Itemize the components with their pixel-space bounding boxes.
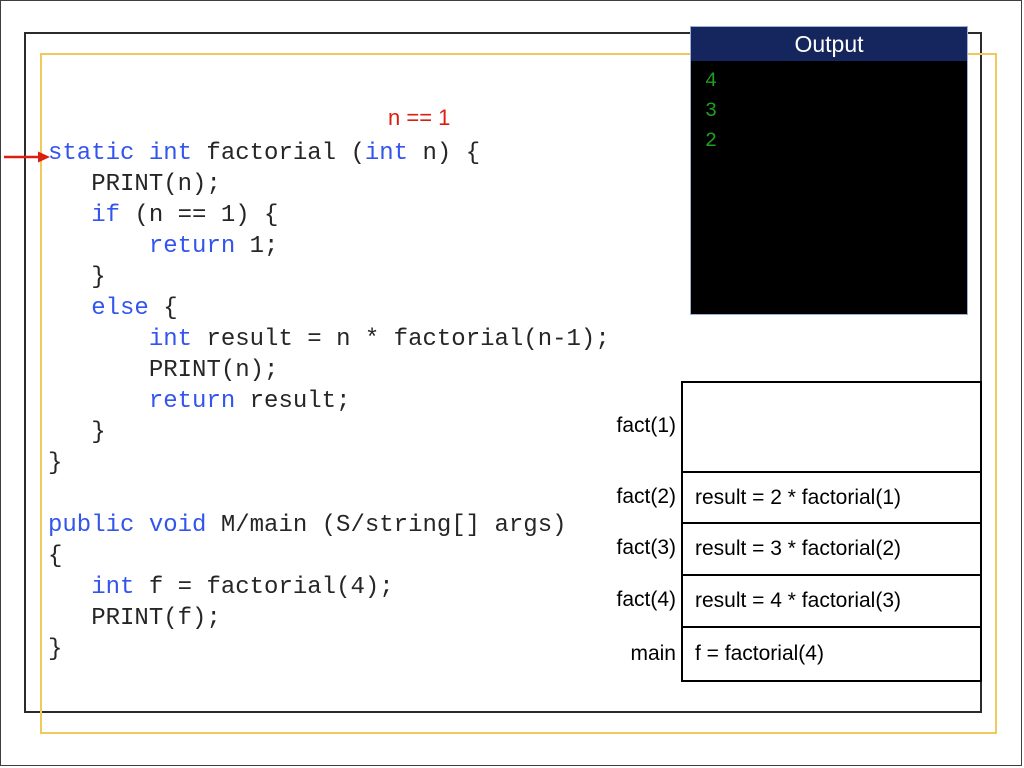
call-stack-frame-label: fact(4): [616, 588, 676, 611]
call-stack-table: fact(1) fact(2) result = 2 * factorial(1) f…: [600, 381, 982, 682]
output-line: 2: [705, 130, 718, 153]
code-line: }: [48, 636, 63, 663]
call-stack-frame-label: fact(1): [616, 414, 676, 437]
code-line: public void M/main (S/string[] args): [48, 512, 567, 539]
code-line: PRINT(n);: [48, 171, 221, 198]
code-line: PRINT(n);: [48, 357, 279, 384]
call-stack-row: fact(1): [600, 381, 982, 471]
call-stack-frame-value: [681, 381, 982, 471]
code-line: {: [48, 543, 63, 570]
source-code-block: static int factorial (int n) { PRINT(n);…: [48, 138, 648, 665]
code-line: int result = n * factorial(n-1);: [148, 326, 610, 353]
current-line-arrow-icon: [4, 151, 50, 163]
code-line: PRINT(f);: [48, 605, 221, 632]
output-console-panel: Output 4 3 2: [690, 26, 968, 315]
code-line: int f = factorial(4);: [91, 574, 394, 601]
code-line: return 1;: [148, 233, 279, 260]
call-stack-frame-label: fact(2): [616, 484, 676, 508]
code-line: static int factorial (int n) {: [48, 140, 481, 167]
code-line: return result;: [148, 388, 351, 415]
output-line: 4: [705, 70, 718, 93]
code-line: else {: [91, 295, 178, 322]
call-stack-frame-value: result = 4 * factorial(3): [681, 574, 982, 626]
call-stack-frame-value: result = 3 * factorial(2): [681, 522, 982, 574]
code-line: }: [48, 450, 63, 477]
call-stack-frame-value: result = 2 * factorial(1): [681, 471, 982, 522]
call-stack-row: fact(4) result = 4 * factorial(3): [600, 574, 982, 626]
call-stack-frame-label: fact(3): [616, 536, 676, 559]
code-line: if (n == 1) {: [91, 202, 279, 229]
output-console-title: Output: [691, 27, 967, 61]
call-stack-frame-label: main: [630, 642, 676, 665]
code-line: }: [48, 264, 106, 291]
call-stack-row: fact(2) result = 2 * factorial(1): [600, 471, 982, 522]
code-line: }: [48, 419, 106, 446]
slide-canvas: n == 1 static int factorial (int n) { PR…: [0, 0, 1024, 768]
output-console-body: 4 3 2: [691, 61, 967, 157]
call-stack-frame-value: f = factorial(4): [681, 626, 982, 682]
call-stack-row: main f = factorial(4): [600, 626, 982, 682]
call-stack-row: fact(3) result = 3 * factorial(2): [600, 522, 982, 574]
condition-annotation: n == 1: [388, 105, 451, 130]
output-line: 3: [705, 100, 718, 123]
